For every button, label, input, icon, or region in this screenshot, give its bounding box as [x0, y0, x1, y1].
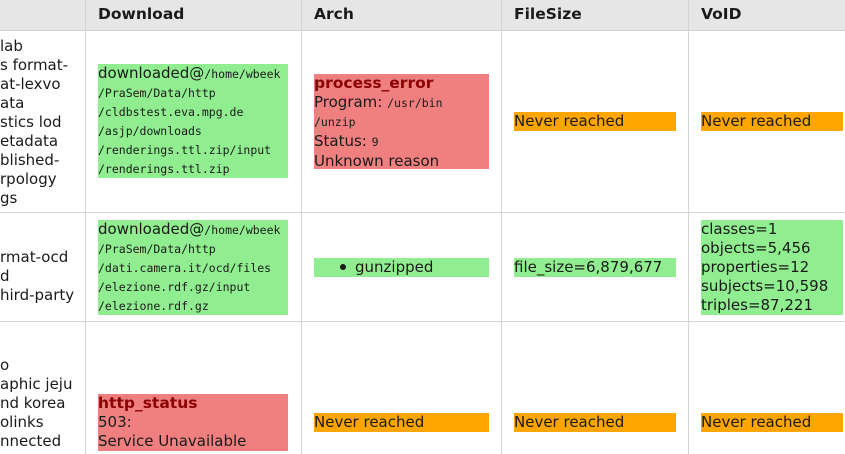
- description-line: hird-party: [0, 286, 75, 304]
- row-divider: [0, 321, 845, 322]
- description-line: stics lod: [0, 113, 62, 131]
- program-path-line: /usr/bin: [387, 96, 443, 110]
- error-message: Service Unavailable: [98, 432, 247, 450]
- description-line: s format-: [0, 56, 69, 74]
- arch-success-box: gunzipped: [314, 258, 489, 277]
- column-header-filesize[interactable]: FileSize: [502, 0, 688, 30]
- description-line: d: [0, 267, 10, 285]
- download-path-line: /PraSem/Data/http: [98, 86, 216, 100]
- row-2-dataset-description: rmat-ocd d hird-party: [0, 248, 85, 305]
- void-stat-line: triples=87,221: [701, 296, 814, 314]
- error-title: http_status: [98, 394, 198, 412]
- download-path-line: /cldbstest.eva.mpg.de: [98, 105, 244, 119]
- void-stat-line: classes=1: [701, 220, 778, 238]
- filesize-value: file_size=6,879,677: [514, 258, 663, 276]
- download-path-line: /home/wbeek: [204, 67, 281, 81]
- description-line: nd korea: [0, 394, 66, 412]
- column-divider: [501, 0, 502, 454]
- download-path-line: /renderings.ttl.zip: [98, 162, 230, 176]
- arch-status-text: Never reached: [314, 413, 425, 431]
- void-status-text: Never reached: [701, 112, 812, 130]
- download-path-line: /home/wbeek: [204, 223, 281, 237]
- description-line: at-lexvo: [0, 75, 61, 93]
- description-line: aphic jeju: [0, 375, 73, 393]
- void-status-text: Never reached: [701, 413, 812, 431]
- description-line: o: [0, 356, 10, 374]
- error-reason: Unknown reason: [314, 152, 440, 170]
- description-line: rmat-ocd: [0, 248, 69, 266]
- program-label: Program:: [314, 93, 388, 111]
- arch-error-box: process_error Program: /usr/bin /unzip S…: [314, 74, 489, 170]
- filesize-status-text: Never reached: [514, 413, 625, 431]
- column-header-download[interactable]: Download: [86, 0, 301, 30]
- status-label: Status:: [314, 132, 372, 150]
- description-line: rpology: [0, 170, 57, 188]
- download-status-label: downloaded@: [98, 64, 205, 82]
- error-code: 503:: [98, 413, 132, 431]
- filesize-never-reached: Never reached: [514, 112, 676, 131]
- filesize-never-reached: Never reached: [514, 413, 676, 432]
- status-code: 9: [371, 135, 379, 149]
- column-divider: [688, 0, 689, 454]
- void-never-reached: Never reached: [701, 112, 843, 131]
- row-divider: [0, 212, 845, 213]
- void-stat-line: objects=5,456: [701, 239, 811, 257]
- column-divider: [85, 0, 86, 454]
- error-title: process_error: [314, 74, 434, 92]
- row-3-dataset-description: o aphic jeju nd korea olinks nnected: [0, 356, 85, 451]
- description-line: blished-: [0, 151, 60, 169]
- void-stat-line: subjects=10,598: [701, 277, 829, 295]
- bullet-icon: [340, 263, 346, 270]
- download-path-line: /elezione.rdf.gz: [98, 299, 209, 313]
- filesize-status-text: Never reached: [514, 112, 625, 130]
- void-never-reached: Never reached: [701, 413, 843, 432]
- void-stat-line: properties=12: [701, 258, 810, 276]
- program-path-line: /unzip: [314, 115, 356, 129]
- column-header-void[interactable]: VoID: [689, 0, 845, 30]
- description-line: ata: [0, 94, 25, 112]
- download-status-label: downloaded@: [98, 220, 205, 238]
- download-path-line: /elezione.rdf.gz/input: [98, 280, 251, 294]
- description-line: nnected: [0, 432, 62, 450]
- results-table: Download Arch FileSize VoID lab s format…: [0, 0, 845, 454]
- description-line: etadata: [0, 132, 59, 150]
- download-error-box: http_status 503: Service Unavailable: [98, 394, 288, 451]
- row-1-dataset-description: lab s format- at-lexvo ata stics lod eta…: [0, 37, 85, 208]
- column-header-arch[interactable]: Arch: [302, 0, 502, 30]
- arch-never-reached: Never reached: [314, 413, 489, 432]
- download-success-box: downloaded@/home/wbeek /PraSem/Data/http…: [98, 220, 288, 315]
- arch-result-item: gunzipped: [355, 258, 434, 276]
- column-divider: [301, 0, 302, 454]
- download-path-line: /asjp/downloads: [98, 124, 202, 138]
- description-line: lab: [0, 37, 23, 55]
- description-line: gs: [0, 189, 18, 207]
- download-path-line: /renderings.ttl.zip/input: [98, 143, 272, 157]
- download-path-line: /dati.camera.it/ocd/files: [98, 261, 272, 275]
- download-success-box: downloaded@/home/wbeek /PraSem/Data/http…: [98, 64, 288, 178]
- download-path-line: /PraSem/Data/http: [98, 242, 216, 256]
- void-success-box: classes=1 objects=5,456 properties=12 su…: [701, 220, 843, 315]
- filesize-success-box: file_size=6,879,677: [514, 258, 676, 277]
- description-line: olinks: [0, 413, 44, 431]
